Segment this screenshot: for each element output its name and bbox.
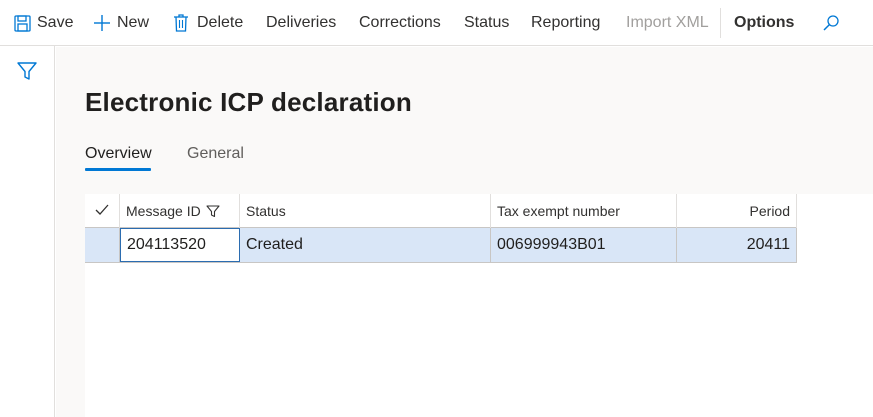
column-header-tax-exempt-number[interactable]: Tax exempt number bbox=[491, 194, 677, 228]
import-xml-button[interactable]: Import XML bbox=[626, 0, 709, 46]
column-header-label: Message ID bbox=[126, 203, 201, 219]
reporting-menu[interactable]: Reporting bbox=[531, 0, 600, 46]
delete-label: Delete bbox=[197, 14, 244, 31]
messages-grid: Message ID Status Tax exempt number Peri… bbox=[85, 194, 873, 417]
delete-button[interactable]: Delete bbox=[173, 0, 243, 46]
corrections-menu[interactable]: Corrections bbox=[359, 0, 441, 46]
save-button[interactable]: Save bbox=[14, 0, 73, 46]
trash-icon bbox=[173, 14, 189, 32]
deliveries-menu[interactable]: Deliveries bbox=[266, 0, 336, 46]
new-label: New bbox=[117, 14, 150, 31]
row-selector[interactable] bbox=[85, 228, 120, 262]
page-title: Electronic ICP declaration bbox=[85, 87, 412, 117]
column-filter-icon[interactable] bbox=[206, 204, 220, 218]
filter-icon bbox=[16, 62, 38, 86]
active-tab-indicator bbox=[85, 168, 151, 171]
cell-message-id[interactable]: 204113520 bbox=[120, 228, 240, 262]
options-tab[interactable]: Options bbox=[734, 0, 794, 46]
status-menu[interactable]: Status bbox=[464, 0, 509, 46]
action-pane: Save New Delete Deliveries Corrections S… bbox=[0, 0, 873, 46]
save-icon bbox=[14, 14, 31, 32]
select-all-checkbox[interactable] bbox=[85, 194, 120, 228]
table-row[interactable]: 204113520 Created 006999943B01 20411 bbox=[85, 228, 797, 263]
checkmark-icon bbox=[95, 203, 109, 219]
filter-pane-button[interactable] bbox=[16, 60, 38, 82]
cell-status[interactable]: Created bbox=[240, 228, 491, 262]
column-header-period[interactable]: Period bbox=[677, 194, 797, 228]
column-header-status[interactable]: Status bbox=[240, 194, 491, 228]
filter-rail bbox=[0, 46, 55, 417]
cell-period[interactable]: 20411 bbox=[677, 228, 797, 262]
search-icon bbox=[822, 14, 840, 32]
cell-tax-exempt-number[interactable]: 006999943B01 bbox=[491, 228, 677, 262]
main-content: Electronic ICP declaration Overview Gene… bbox=[56, 47, 873, 417]
plus-icon bbox=[93, 14, 111, 32]
tab-general[interactable]: General bbox=[187, 145, 244, 163]
new-button[interactable]: New bbox=[93, 0, 149, 46]
tab-overview[interactable]: Overview bbox=[85, 145, 152, 163]
toolbar-divider bbox=[720, 8, 721, 38]
save-label: Save bbox=[37, 14, 74, 31]
column-header-message-id[interactable]: Message ID bbox=[120, 194, 240, 228]
search-button[interactable] bbox=[822, 0, 840, 46]
grid-header: Message ID Status Tax exempt number Peri… bbox=[85, 194, 797, 228]
